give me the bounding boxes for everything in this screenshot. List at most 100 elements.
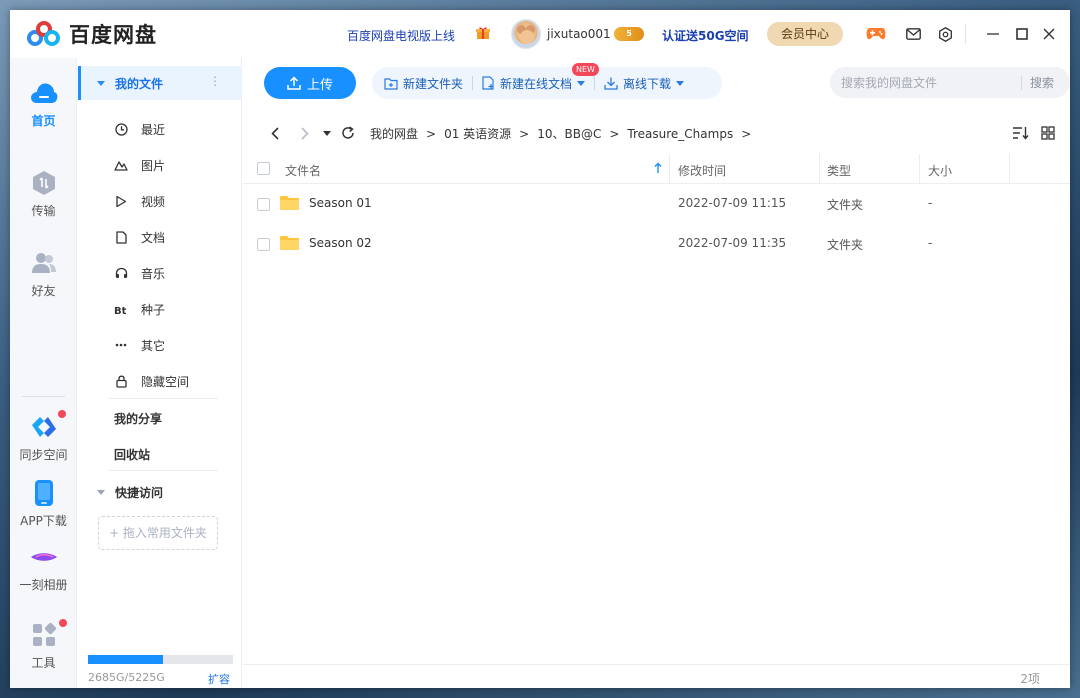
download-icon <box>604 76 618 90</box>
username[interactable]: jixutao001 <box>547 27 611 41</box>
file-name[interactable]: Season 01 <box>309 196 372 210</box>
title-bar: 百度网盘 百度网盘电视版上线 jixutao001 5 认证送50G空间 会员中… <box>10 10 1070 58</box>
nav-item-music[interactable]: 音乐 <box>78 255 242 291</box>
chevron-right-icon: > <box>609 126 620 141</box>
search-divider <box>1021 75 1022 90</box>
forward-arrow-icon[interactable] <box>295 123 315 143</box>
select-all-checkbox[interactable] <box>257 162 270 175</box>
rail-item-home[interactable]: 首页 <box>10 78 77 129</box>
rail-item-album[interactable]: 一刻相册 <box>10 542 77 593</box>
column-divider[interactable] <box>669 154 670 184</box>
nav-item-hidden-space[interactable]: 隐藏空间 <box>78 363 242 399</box>
caret-down-icon[interactable] <box>577 80 586 86</box>
rail-label-tools: 工具 <box>31 656 56 670</box>
nav-recycle-bin[interactable]: 回收站 <box>114 446 150 463</box>
nav-item-videos[interactable]: 视频 <box>78 183 242 219</box>
quick-access-drop-zone[interactable]: + 拖入常用文件夹 <box>98 516 218 550</box>
minimize-icon[interactable] <box>983 24 1003 44</box>
doc-plus-icon <box>482 76 495 90</box>
maximize-icon[interactable] <box>1012 24 1032 44</box>
app-window: 百度网盘 百度网盘电视版上线 jixutao001 5 认证送50G空间 会员中… <box>10 10 1070 688</box>
tv-version-link[interactable]: 百度网盘电视版上线 <box>347 27 455 44</box>
breadcrumb-item[interactable]: 01 英语资源 <box>444 125 511 142</box>
rail-item-transfer[interactable]: 传输 <box>10 168 77 219</box>
rail-item-sync[interactable]: 同步空间 <box>10 412 77 463</box>
expand-storage-link[interactable]: 扩容 <box>208 671 230 687</box>
grid-view-icon[interactable] <box>1038 123 1058 143</box>
column-header-modified[interactable]: 修改时间 <box>678 162 726 179</box>
more-vertical-icon[interactable]: ⋮ <box>209 74 221 88</box>
nav-my-share[interactable]: 我的分享 <box>114 410 162 427</box>
upload-button[interactable]: 上传 <box>264 67 356 99</box>
nav-quick-access[interactable]: 快捷访问 <box>78 482 242 502</box>
new-online-doc-label: 新建在线文档 <box>500 76 573 91</box>
breadcrumb-item[interactable]: 10、BB@C <box>537 125 601 142</box>
refresh-icon[interactable] <box>338 123 358 143</box>
user-avatar[interactable] <box>511 19 541 49</box>
sync-notification-dot <box>58 410 66 418</box>
column-divider[interactable] <box>1009 154 1010 184</box>
folder-icon <box>280 196 299 210</box>
nav-item-label: 种子 <box>141 302 166 317</box>
document-icon <box>114 230 128 244</box>
table-row[interactable]: Season 02 2022-07-09 11:35 文件夹 - <box>243 224 1070 264</box>
rail-item-app-download[interactable]: APP下载 <box>10 478 77 529</box>
nav-item-others[interactable]: 其它 <box>78 327 242 363</box>
offline-download-button[interactable]: 离线下载 <box>595 75 693 92</box>
column-header-size[interactable]: 大小 <box>928 162 952 179</box>
gift-icon[interactable] <box>476 26 490 40</box>
sync-space-icon <box>29 412 59 442</box>
rail-label-friends: 好友 <box>31 284 56 298</box>
history-dropdown-icon[interactable] <box>317 123 337 143</box>
search-input[interactable] <box>841 75 1021 90</box>
view-controls <box>1002 123 1058 143</box>
chevron-right-icon: > <box>519 126 530 141</box>
column-header-type[interactable]: 类型 <box>827 162 851 179</box>
headphones-icon <box>114 266 128 280</box>
nav-item-images[interactable]: 图片 <box>78 147 242 183</box>
new-folder-button[interactable]: 新建文件夹 <box>372 75 472 92</box>
search-box: 搜索 <box>830 67 1070 98</box>
caret-down-icon[interactable] <box>97 80 105 86</box>
column-header-name[interactable]: 文件名 <box>285 162 321 179</box>
level-badge-text: 5 <box>626 29 632 38</box>
gamepad-icon[interactable] <box>866 24 886 44</box>
caret-down-icon[interactable] <box>97 489 105 495</box>
file-name[interactable]: Season 02 <box>309 236 372 250</box>
column-divider[interactable] <box>819 154 820 184</box>
rail-label-transfer: 传输 <box>31 204 56 218</box>
back-arrow-icon[interactable] <box>265 123 285 143</box>
nav-item-documents[interactable]: 文档 <box>78 219 242 255</box>
row-checkbox[interactable] <box>257 238 270 251</box>
row-checkbox[interactable] <box>257 198 270 211</box>
settings-gear-icon[interactable] <box>935 24 955 44</box>
search-button[interactable]: 搜索 <box>1030 74 1054 91</box>
folder-icon <box>280 236 299 250</box>
column-divider[interactable] <box>919 154 920 184</box>
table-row[interactable]: Season 01 2022-07-09 11:15 文件夹 - <box>243 184 1070 224</box>
rail-item-tools[interactable]: 工具 <box>10 620 77 671</box>
sort-icon[interactable] <box>1010 123 1030 143</box>
caret-down-icon[interactable] <box>676 80 685 86</box>
verify-promo-link[interactable]: 认证送50G空间 <box>662 27 749 44</box>
new-online-doc-button[interactable]: 新建在线文档 <box>473 75 594 92</box>
rail-item-friends[interactable]: 好友 <box>10 248 77 299</box>
nav-my-files[interactable]: 我的文件 ⋮ <box>78 66 242 100</box>
file-size: - <box>928 236 933 250</box>
sort-ascending-icon[interactable] <box>654 162 662 177</box>
svg-text:Bt: Bt <box>114 306 127 315</box>
toolbar: 上传 新建文件夹 新建在线文档 离线下载 NEW 搜索我的网盘文件 搜索 <box>243 58 1070 108</box>
nav-item-torrents[interactable]: Bt 种子 <box>78 291 242 327</box>
path-bar: 我的网盘 > 01 英语资源 > 10、BB@C > Treasure_Cham… <box>243 118 1070 148</box>
mail-icon[interactable] <box>903 24 923 44</box>
phone-icon <box>29 478 59 508</box>
nav-item-label: 视频 <box>141 194 166 209</box>
breadcrumb-item[interactable]: 我的网盘 <box>370 125 418 142</box>
close-icon[interactable] <box>1039 24 1059 44</box>
rail-label-sync: 同步空间 <box>19 448 68 462</box>
breadcrumb-item[interactable]: Treasure_Champs <box>627 127 733 141</box>
play-icon <box>114 194 128 208</box>
nav-item-recent[interactable]: 最近 <box>78 111 242 147</box>
vip-center-button[interactable]: 会员中心 <box>767 22 843 46</box>
nav-divider <box>108 398 218 399</box>
